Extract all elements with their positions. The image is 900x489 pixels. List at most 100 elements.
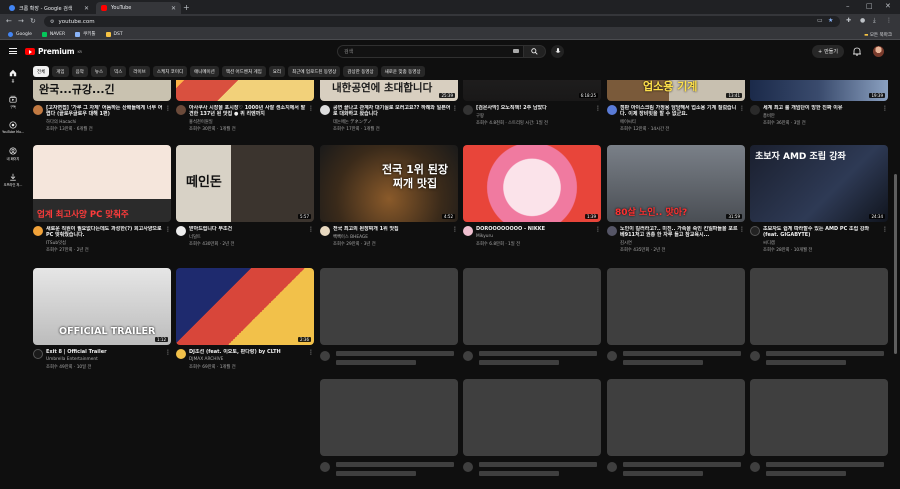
- channel-avatar[interactable]: [750, 105, 760, 115]
- address-bar[interactable]: ⚙ youtube.com: [44, 16, 840, 27]
- chip-cooking[interactable]: 요리: [268, 66, 286, 77]
- more-options-icon[interactable]: ⋮: [165, 226, 171, 233]
- video-card[interactable]: 아사쿠사 시장을 포시장♡ 1000년 사찰 센소지에서 발견한 137년 된 …: [176, 80, 314, 139]
- video-title[interactable]: Exit 8 | Official Trailer: [46, 349, 164, 355]
- channel-avatar[interactable]: [33, 105, 43, 115]
- account-avatar[interactable]: [873, 46, 884, 57]
- channel-avatar[interactable]: [176, 105, 186, 115]
- bookmark-star-icon[interactable]: ★: [828, 17, 833, 24]
- more-options-icon[interactable]: ⋮: [739, 226, 745, 233]
- channel-name[interactable]: 구팡: [476, 113, 484, 119]
- sidebar-item-subscriptions[interactable]: 구독: [0, 95, 26, 109]
- video-title[interactable]: 초보자도 쉽게 따라할수 있는 AMD PC 조립 강좌(feat. GIGAB…: [763, 226, 881, 239]
- more-options-icon[interactable]: ⋮: [165, 349, 171, 356]
- more-options-icon[interactable]: ⋮: [308, 226, 314, 233]
- more-options-icon[interactable]: ⋮: [308, 349, 314, 356]
- video-title[interactable]: DOROOOOOOOO - NIKKE: [476, 226, 594, 232]
- chip-music[interactable]: 음악: [71, 66, 88, 77]
- sidebar-item-youtube-music[interactable]: YouTube Mu...: [0, 121, 26, 134]
- video-title[interactable]: 점판 아이스크림 가정용 담당해서 업소용 기계 질렀습니다. 이제 장비빗을 …: [620, 105, 738, 118]
- video-card[interactable]: 내한공연에 초대합니다 25:39 공연 끝나고 관계자 대기실로 모러고요??…: [320, 80, 458, 139]
- bookmark-google[interactable]: Google: [8, 31, 32, 37]
- chip-all[interactable]: 전체: [33, 66, 50, 77]
- channel-avatar[interactable]: [33, 349, 43, 359]
- browser-tab-youtube[interactable]: YouTube ✕: [96, 2, 181, 14]
- maximize-button[interactable]: □: [866, 2, 873, 10]
- chip-recently-uploaded[interactable]: 최근에 업로드된 동영상: [288, 66, 341, 77]
- channel-name[interactable]: 데논애논 デネンデノ: [333, 119, 372, 125]
- video-card[interactable]: 초보자 AMD 조립 강좌 24:34 초보자도 쉽게 따라할수 있는 AMD …: [750, 145, 888, 260]
- channel-avatar[interactable]: [320, 105, 330, 115]
- more-options-icon[interactable]: ⋮: [452, 105, 458, 112]
- scrollbar-thumb[interactable]: [894, 174, 897, 354]
- more-options-icon[interactable]: ⋮: [882, 226, 888, 233]
- chip-watched[interactable]: 감상한 동영상: [343, 66, 378, 77]
- chip-sketch-comedy[interactable]: 스케치 코미디: [152, 66, 188, 77]
- channel-name[interactable]: 씨디캠: [763, 240, 775, 246]
- search-input[interactable]: 검색: [337, 45, 524, 58]
- bookmark-cookie-tool[interactable]: 쿠키툴: [75, 31, 96, 37]
- channel-name[interactable]: DJMAX ARCHIVE: [189, 357, 223, 362]
- video-thumbnail[interactable]: 80살 노인.. 맞아? 31:59: [607, 145, 745, 222]
- channel-name[interactable]: 홍석천이원일: [189, 119, 213, 125]
- channel-avatar[interactable]: [176, 226, 186, 236]
- channel-avatar[interactable]: [320, 226, 330, 236]
- chip-mix[interactable]: 믹스: [110, 66, 127, 77]
- channel-name[interactable]: ITSub잇섭: [46, 240, 66, 246]
- chip-games[interactable]: 게임: [52, 66, 69, 77]
- sidebar-item-home[interactable]: 홈: [0, 69, 26, 83]
- more-options-icon[interactable]: ⋮: [165, 105, 171, 112]
- browser-tab-google[interactable]: 크롬 확장 - Google 검색 ✕: [4, 2, 94, 14]
- video-title[interactable]: DJ조선 (feat. 이오토, 판다랑) by CLTH: [189, 349, 307, 355]
- cast-icon[interactable]: ▭: [817, 17, 823, 24]
- video-thumbnail[interactable]: [176, 80, 314, 101]
- video-card[interactable]: 전국 1위 된장찌개 맛집 4:52 전국 최고의 된장찌개 1위 맛집 빽빽이…: [320, 145, 458, 260]
- channel-name[interactable]: 에이씨티: [620, 119, 636, 125]
- youtube-premium-logo[interactable]: Premium KR: [25, 47, 82, 56]
- video-title[interactable]: [고자면접] '가루 그 자체' 어둠하는 산배들에게 너무 어렵다 (끝로우글…: [46, 105, 164, 118]
- channel-avatar[interactable]: [750, 226, 760, 236]
- video-title[interactable]: 세계 최고 룰 개임단이 망한 진짜 이유: [763, 105, 881, 111]
- video-thumbnail[interactable]: 전국 1위 된장찌개 맛집 4:52: [320, 145, 458, 222]
- video-card[interactable]: 19:39 세계 최고 룰 개임단이 망한 진짜 이유 총비만 조회수 36만회…: [750, 80, 888, 139]
- create-button[interactable]: + 만들기: [812, 45, 845, 58]
- new-tab-button[interactable]: +: [183, 3, 190, 12]
- video-card[interactable]: 6:18:25 [검은사막] 오노직책! 2주 남았다 구팡 조회수 4.8천회…: [463, 80, 601, 139]
- bookmark-naver[interactable]: NAVER: [41, 31, 65, 37]
- video-title[interactable]: 노인이 킬러라고?.. 미친.. 가족을 죽인 킨일파들을 포르베911처고 권…: [620, 226, 738, 239]
- more-options-icon[interactable]: ⋮: [308, 105, 314, 112]
- channel-avatar[interactable]: [33, 226, 43, 236]
- page-scrollbar[interactable]: [893, 64, 898, 489]
- video-card[interactable]: 1:39 DOROOOOOOOO - NIKKE Mikyuru 조회수 6.8…: [463, 145, 601, 260]
- video-card[interactable]: 80살 노인.. 맞아? 31:59 노인이 킬러라고?.. 미친.. 가족을 …: [607, 145, 745, 260]
- video-title[interactable]: 공연 끝나고 관계자 대기실로 모러고요?? 하례와 일본어로 대화하고 왔습니…: [333, 105, 451, 118]
- video-card[interactable]: OFFICIAL TRAILER 1:12 Exit 8 | Official …: [33, 268, 171, 383]
- all-bookmarks-button[interactable]: ▬ 모든 북마크: [864, 32, 892, 38]
- channel-avatar[interactable]: [607, 105, 617, 115]
- search-button[interactable]: [524, 45, 546, 58]
- video-title[interactable]: [검은사막] 오노직책! 2주 남았다: [476, 105, 594, 111]
- channel-avatar[interactable]: [607, 226, 617, 236]
- video-title[interactable]: 전국 최고의 된장찌개 1위 맛집: [333, 226, 451, 232]
- video-card[interactable]: 업계 최고사양 PC 맞춰주 새로운 직원이 필요없다는데도 과성한(?) 회고…: [33, 145, 171, 260]
- voice-search-button[interactable]: [551, 45, 564, 58]
- chip-action-adventure[interactable]: 액션 어드벤처 게임: [221, 66, 266, 77]
- video-thumbnail[interactable]: 내한공연에 초대합니다 25:39: [320, 80, 458, 101]
- extensions-icon[interactable]: ✚: [846, 17, 851, 24]
- downloads-icon[interactable]: ⤓: [873, 17, 876, 25]
- video-card[interactable]: 완국...규강...긴 [고자면접] '가루 그 자체' 어둠하는 산배들에게 …: [33, 80, 171, 139]
- video-thumbnail[interactable]: 업소용 기계 13:41: [607, 80, 745, 101]
- video-thumbnail[interactable]: 업계 최고사양 PC 맞춰주: [33, 145, 171, 222]
- back-arrow-icon[interactable]: ←: [6, 17, 12, 25]
- chip-new-to-you[interactable]: 새로운 맞춤 동영상: [380, 66, 425, 77]
- channel-name[interactable]: 하다의 Hacachi: [46, 119, 76, 125]
- more-options-icon[interactable]: ⋮: [452, 226, 458, 233]
- chip-news[interactable]: 뉴스: [90, 66, 108, 77]
- more-options-icon[interactable]: ⋮: [595, 226, 601, 233]
- channel-avatar[interactable]: [463, 105, 473, 115]
- sidebar-item-you[interactable]: 내 페이지: [0, 147, 26, 161]
- video-card[interactable]: 떼인돈 5:57 받아드립니다 무조건 너덜트 조회수 430만회 · 2년 전…: [176, 145, 314, 260]
- site-info-icon[interactable]: ⚙: [50, 19, 54, 25]
- minimize-button[interactable]: –: [846, 2, 850, 10]
- close-window-button[interactable]: ✕: [885, 2, 891, 10]
